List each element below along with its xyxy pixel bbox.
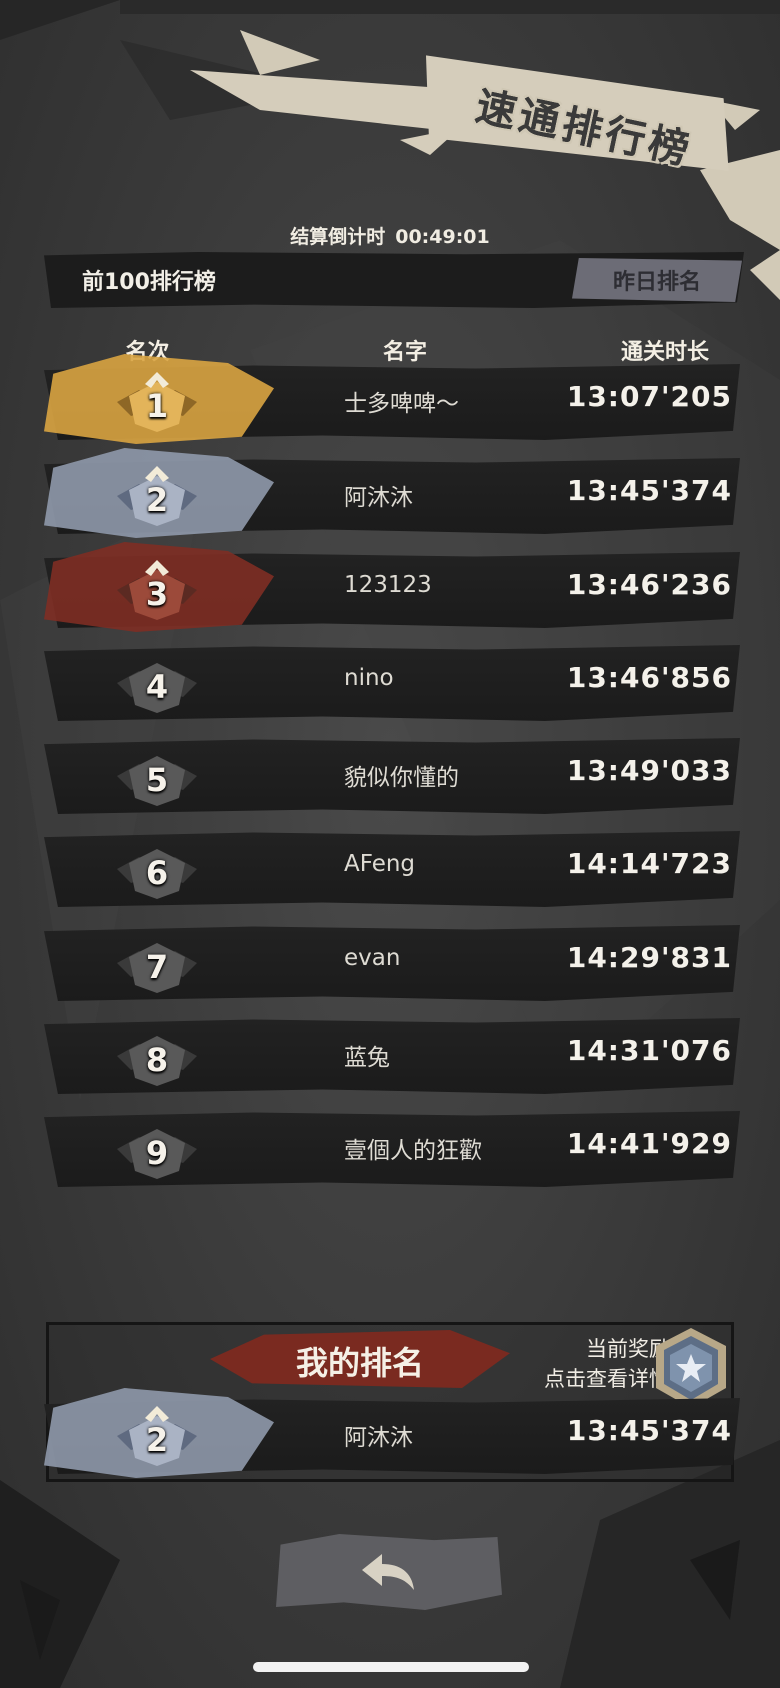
rank-number: 5 (145, 761, 169, 799)
rank-number: 3 (145, 575, 169, 613)
my-rank-row[interactable]: 2 阿沐沐 13:45'374 (44, 1388, 740, 1478)
player-name: nino (344, 665, 394, 691)
title-banner: 速通排行榜 (425, 44, 729, 206)
clear-time: 13:46'856 (566, 661, 732, 694)
rank-number: 9 (145, 1134, 169, 1172)
leaderboard-row[interactable]: 8 蓝兔 14:31'076 (44, 1018, 740, 1094)
leaderboard-row[interactable]: 1 士多啤啤～ 13:07'205 (44, 354, 740, 444)
clear-time: 13:49'033 (566, 754, 732, 787)
leaderboard-row[interactable]: 9 壹個人的狂歡 14:41'929 (44, 1111, 740, 1187)
player-name: 貌似你懂的 (344, 765, 459, 791)
yesterday-ranking-button[interactable]: 昨日排名 (572, 258, 742, 302)
player-name: 士多啤啤～ (344, 391, 459, 417)
leaderboard-row[interactable]: 3 123123 13:46'236 (44, 542, 740, 632)
rank-number: 2 (145, 1421, 169, 1459)
clear-time: 14:29'831 (566, 941, 732, 974)
clear-time: 14:14'723 (566, 847, 732, 880)
player-name: 阿沐沐 (344, 1425, 413, 1451)
rank-number: 4 (145, 668, 169, 706)
current-reward-link[interactable]: 当前奖励 点击查看详情 (510, 1334, 670, 1394)
clear-time: 14:41'929 (566, 1127, 732, 1160)
clear-time: 13:45'374 (566, 1414, 732, 1447)
home-indicator (253, 1662, 529, 1672)
clear-time: 13:45'374 (566, 474, 732, 507)
countdown-value: 00:49:01 (395, 226, 490, 248)
my-rank-title: 我的排名 (295, 1344, 424, 1382)
rank-number: 8 (145, 1041, 169, 1079)
reward-details-hint: 点击查看详情 (544, 1367, 670, 1391)
top-strip (120, 0, 780, 14)
player-name: AFeng (344, 851, 416, 877)
clear-time: 14:31'076 (566, 1034, 732, 1067)
leaderboard-row[interactable]: 5 貌似你懂的 13:49'033 (44, 738, 740, 814)
player-name: 壹個人的狂歡 (344, 1138, 482, 1164)
player-name: evan (344, 945, 401, 971)
countdown-label: 结算倒计时 (290, 226, 386, 248)
clear-time: 13:46'236 (566, 568, 732, 601)
player-name: 阿沐沐 (344, 485, 413, 511)
player-name: 123123 (344, 572, 432, 598)
leaderboard-row[interactable]: 2 阿沐沐 13:45'374 (44, 448, 740, 538)
leaderboard-screen: 速通排行榜 结算倒计时 00:49:01 前100排行榜 昨日排名 名次 名字 通… (0, 0, 780, 1688)
rank-number: 1 (145, 387, 169, 425)
top100-label: 前100排行榜 (82, 270, 216, 295)
settlement-countdown: 结算倒计时 00:49:01 (0, 222, 780, 249)
rank-number: 7 (145, 948, 169, 986)
player-name: 蓝兔 (344, 1045, 390, 1071)
back-button[interactable] (276, 1534, 502, 1610)
clear-time: 13:07'205 (566, 380, 732, 413)
leaderboard-row[interactable]: 4 nino 13:46'856 (44, 645, 740, 721)
reward-label: 当前奖励 (586, 1337, 670, 1361)
leaderboard-row[interactable]: 7 evan 14:29'831 (44, 925, 740, 1001)
leaderboard-row[interactable]: 6 AFeng 14:14'723 (44, 831, 740, 907)
rank-number: 6 (145, 854, 169, 892)
back-arrow-icon (362, 1554, 414, 1590)
rank-number: 2 (145, 481, 169, 519)
